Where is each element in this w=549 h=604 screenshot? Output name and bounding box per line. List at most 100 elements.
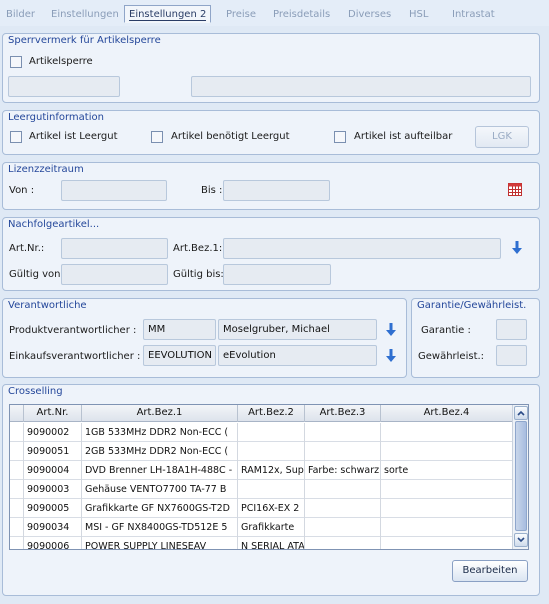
garantie-label: Garantie : — [421, 325, 471, 336]
cell-artbez1: Grafikkarte GF NX7600GS-T2D — [82, 499, 238, 518]
scroll-thumb[interactable] — [515, 421, 527, 531]
benoetigt-leergut-checkbox[interactable] — [151, 131, 163, 143]
cell-artbez2 — [238, 423, 305, 442]
einkaufsverantwortlicher-name-field[interactable]: eEvolution — [218, 345, 377, 366]
cell-artbez3 — [305, 499, 381, 518]
cell-artbez3 — [305, 442, 381, 461]
row-selector[interactable] — [10, 423, 24, 442]
produktverantwortlicher-code-field[interactable]: MM — [143, 319, 216, 340]
row-selector[interactable] — [10, 499, 24, 518]
tab-bilder[interactable]: Bilder — [6, 9, 35, 20]
group-garantie: Garantie/Gewährleist. Garantie : Gewährl… — [411, 298, 540, 378]
gueltig-bis-field[interactable] — [223, 264, 331, 285]
cell-artnr: 9090006 — [24, 537, 82, 549]
artikelsperre-checkbox[interactable] — [10, 56, 22, 68]
arrow-down-icon[interactable] — [386, 349, 396, 363]
cell-artbez4: sorte — [381, 461, 513, 480]
cell-artnr: 9090002 — [24, 423, 82, 442]
row-selector[interactable] — [10, 518, 24, 537]
cell-artbez4 — [381, 499, 513, 518]
tab-diverses[interactable]: Diverses — [348, 9, 391, 20]
column-header-artbez2[interactable]: Art.Bez.2 — [238, 405, 305, 422]
von-field[interactable] — [61, 180, 167, 201]
tab-intrastat[interactable]: Intrastat — [452, 9, 495, 20]
chevron-up-icon — [517, 410, 525, 416]
calendar-icon[interactable] — [508, 183, 522, 196]
group-title-sperrvermerk: Sperrvermerk für Artikelsperre — [8, 35, 161, 46]
group-leergut: Leergutinformation Artikel ist Leergut A… — [2, 110, 540, 155]
cell-artbez3 — [305, 423, 381, 442]
leergut-label: Artikel ist Leergut — [29, 131, 118, 142]
row-selector[interactable] — [10, 461, 24, 480]
table-row[interactable]: 9090034 MSI - GF NX8400GS-TD512E 5 Grafi… — [10, 518, 513, 537]
cell-artbez1: Gehäuse VENTO7700 TA-77 B — [82, 480, 238, 499]
von-label: Von : — [9, 185, 35, 196]
group-title-lizenz: Lizenzzeitraum — [8, 164, 84, 175]
lgk-button[interactable]: LGK — [475, 126, 529, 148]
column-header-artbez4[interactable]: Art.Bez.4 — [381, 405, 513, 422]
column-header-artbez3[interactable]: Art.Bez.3 — [305, 405, 381, 422]
garantie-field[interactable] — [496, 319, 527, 340]
row-selector[interactable] — [10, 537, 24, 549]
chevron-down-icon — [517, 537, 525, 543]
nachfolge-artnr-field[interactable] — [61, 238, 168, 259]
group-title-crosselling: Crosselling — [8, 386, 63, 397]
gueltig-von-label: Gültig von: — [9, 269, 64, 280]
cell-artnr: 9090004 — [24, 461, 82, 480]
gueltig-bis-label: Gültig bis: — [173, 269, 224, 280]
nachfolge-artbez-field[interactable] — [223, 238, 501, 259]
sperrvermerk-field-1[interactable] — [8, 76, 120, 97]
cell-artbez3: Farbe: schwarz — [305, 461, 381, 480]
gewaehrleistung-field[interactable] — [496, 345, 527, 366]
table-row[interactable]: 9090051 2GB 533MHz DDR2 Non-ECC ( — [10, 442, 513, 461]
group-lizenzzeitraum: Lizenzzeitraum Von : Bis : — [2, 162, 540, 210]
cell-artbez2: Grafikkarte — [238, 518, 305, 537]
produktverantwortlicher-name-field[interactable]: Moselgruber, Michael — [218, 319, 377, 340]
scroll-down-button[interactable] — [514, 533, 528, 547]
gueltig-von-field[interactable] — [61, 264, 168, 285]
group-title-nachfolge: Nachfolgeartikel... — [8, 219, 100, 230]
tab-einstellungen-2-label: Einstellungen 2 — [129, 9, 207, 21]
tab-hsl[interactable]: HSL — [409, 9, 428, 20]
bis-label: Bis : — [201, 185, 223, 196]
bearbeiten-button[interactable]: Bearbeiten — [452, 560, 528, 582]
leergut-checkbox[interactable] — [10, 131, 22, 143]
tab-einstellungen[interactable]: Einstellungen — [51, 9, 119, 20]
cell-artbez4 — [381, 537, 513, 549]
tab-einstellungen-2[interactable]: Einstellungen 2 — [124, 5, 212, 23]
column-header-artnr[interactable]: Art.Nr. — [24, 405, 82, 422]
sperrvermerk-field-2[interactable] — [191, 76, 531, 97]
column-header-artbez1[interactable]: Art.Bez.1 — [82, 405, 238, 422]
cell-artbez1: MSI - GF NX8400GS-TD512E 5 — [82, 518, 238, 537]
scroll-up-button[interactable] — [514, 406, 528, 420]
arrow-down-icon[interactable] — [512, 241, 522, 255]
group-title-leergut: Leergutinformation — [8, 112, 104, 123]
artnr-label: Art.Nr.: — [9, 243, 45, 254]
grid-header: Art.Nr. Art.Bez.1 Art.Bez.2 Art.Bez.3 Ar… — [10, 405, 528, 422]
aufteilbar-checkbox[interactable] — [334, 131, 346, 143]
table-row[interactable]: 9090005 Grafikkarte GF NX7600GS-T2D PCI1… — [10, 499, 513, 518]
table-row[interactable]: 9090006 POWER SUPPLY LINESEAV N SERIAL A… — [10, 537, 513, 549]
row-selector[interactable] — [10, 442, 24, 461]
table-row[interactable]: 9090002 1GB 533MHz DDR2 Non-ECC ( — [10, 423, 513, 442]
table-row[interactable]: 9090003 Gehäuse VENTO7700 TA-77 B — [10, 480, 513, 499]
row-selector[interactable] — [10, 480, 24, 499]
group-nachfolgeartikel: Nachfolgeartikel... Art.Nr.: Art.Bez.1: … — [2, 217, 540, 291]
tab-preisdetails[interactable]: Preisdetails — [273, 9, 330, 20]
cell-artnr: 9090034 — [24, 518, 82, 537]
cell-artbez4 — [381, 423, 513, 442]
cell-artbez4 — [381, 518, 513, 537]
grid-vertical-scrollbar[interactable] — [512, 405, 528, 549]
arrow-down-icon[interactable] — [386, 323, 396, 337]
bis-field[interactable] — [223, 180, 330, 201]
crosselling-grid[interactable]: Art.Nr. Art.Bez.1 Art.Bez.2 Art.Bez.3 Ar… — [9, 404, 529, 550]
table-row[interactable]: 9090004 DVD Brenner LH-18A1H-488C - RAM1… — [10, 461, 513, 480]
cell-artbez3 — [305, 480, 381, 499]
einkaufsverantwortlicher-code-field[interactable]: EEVOLUTION — [143, 345, 216, 366]
cell-artbez2: N SERIAL ATA — [238, 537, 305, 549]
cell-artnr: 9090003 — [24, 480, 82, 499]
cell-artbez1: 1GB 533MHz DDR2 Non-ECC ( — [82, 423, 238, 442]
tab-preise[interactable]: Preise — [226, 9, 256, 20]
grid-row-header-corner — [10, 405, 24, 422]
artbez-label: Art.Bez.1: — [173, 243, 223, 254]
